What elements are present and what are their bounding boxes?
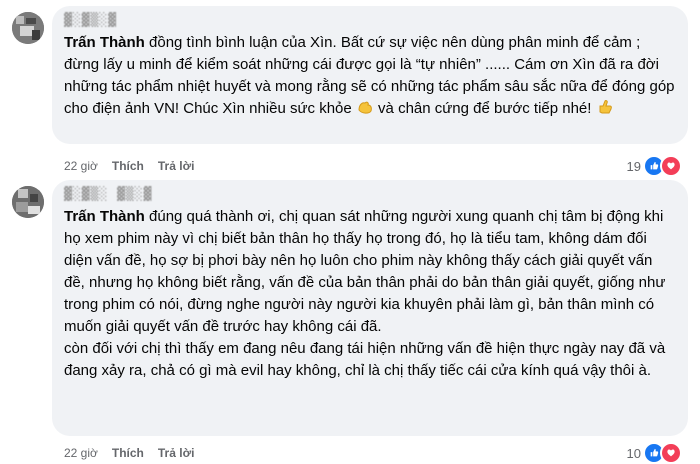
- like-button[interactable]: Thích: [112, 446, 144, 460]
- comment-time[interactable]: 22 giờ: [64, 446, 98, 460]
- comment-body-tail: và chân cứng để bước tiếp nhé!: [373, 100, 592, 117]
- comment-body: đúng quá thành ơi, chị quan sát những ng…: [64, 208, 666, 335]
- reaction-count: 19: [626, 158, 641, 174]
- comment-text: Trấn Thành đồng tình bình luận của Xìn. …: [64, 32, 676, 120]
- comment-time[interactable]: 22 giờ: [64, 159, 98, 173]
- author-name-blurred[interactable]: ▓░▓▒░ ▓▒░▓: [64, 188, 676, 202]
- reply-button[interactable]: Trả lời: [158, 159, 195, 173]
- mention-tag[interactable]: Trấn Thành: [64, 208, 145, 225]
- avatar[interactable]: [12, 186, 44, 218]
- comment-actions: 22 giờ Thích Trả lời: [64, 446, 194, 460]
- avatar-image: [12, 186, 44, 218]
- mention-tag[interactable]: Trấn Thành: [64, 34, 145, 51]
- avatar[interactable]: [12, 12, 44, 44]
- comment-bubble: ▓░▓▒░ ▓▒░▓ Trấn Thành đúng quá thành ơi,…: [52, 180, 688, 436]
- reaction-count: 10: [626, 445, 641, 461]
- avatar-image: [12, 12, 44, 44]
- like-button[interactable]: Thích: [112, 159, 144, 173]
- thumbs-up-emoji: [596, 98, 614, 116]
- author-name-blurred[interactable]: ▓░▓▒░▓: [64, 14, 676, 28]
- heart-reaction-icon: [660, 442, 682, 464]
- muscle-emoji: [356, 98, 374, 116]
- comment-actions: 22 giờ Thích Trả lời: [64, 159, 194, 173]
- comment-text: Trấn Thành đúng quá thành ơi, chị quan s…: [64, 206, 676, 338]
- reply-button[interactable]: Trả lời: [158, 446, 195, 460]
- reaction-summary[interactable]: 19: [627, 155, 682, 177]
- heart-reaction-icon: [660, 155, 682, 177]
- comment-text-paragraph-2: còn đối với chị thì thấy em đang nêu đan…: [64, 340, 666, 379]
- reaction-summary[interactable]: 10: [627, 442, 682, 464]
- comment-bubble: ▓░▓▒░▓ Trấn Thành đồng tình bình luận củ…: [52, 6, 688, 144]
